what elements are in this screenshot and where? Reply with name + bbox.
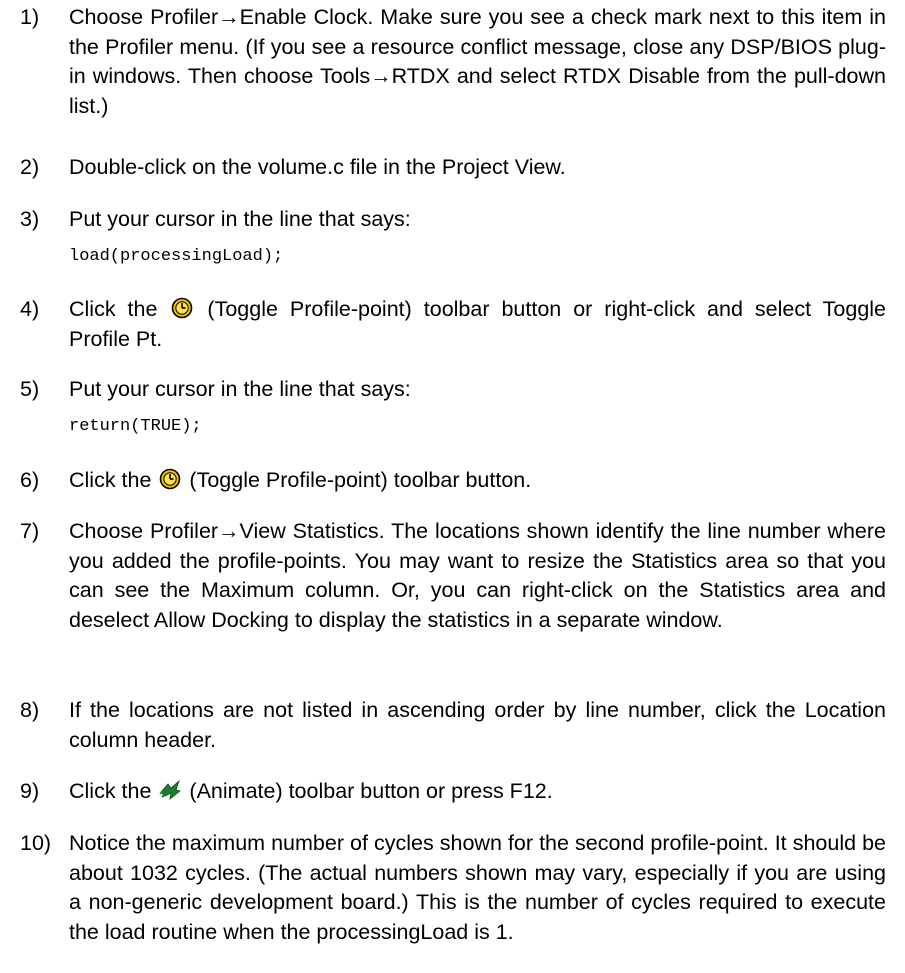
step-number: 5) — [20, 377, 40, 401]
code-line: load(processingLoad); — [69, 246, 284, 266]
step-number: 7) — [20, 519, 40, 543]
step-text: Click the (Animate) toolbar button or pr… — [69, 777, 886, 807]
step-text: Click the (Toggle Profile-point) toolbar… — [69, 295, 886, 354]
step-1: 1) Choose Profiler→Enable Clock. Make su… — [20, 3, 886, 121]
step-number: 4) — [20, 297, 40, 321]
step-number: 10) — [20, 831, 52, 855]
step-text: Click the (Toggle Profile-point) toolbar… — [69, 466, 886, 496]
step-number: 8) — [20, 698, 40, 722]
step-3: 3) Put your cursor in the line that says… — [20, 205, 886, 268]
step-text-before: Click the — [69, 297, 158, 321]
step-text-before: Click the — [69, 779, 152, 803]
step-text: Put your cursor in the line that says: — [69, 207, 411, 231]
step-text: Put your cursor in the line that says: — [69, 377, 411, 401]
step-7: 7) Choose Profiler→View Statistics. The … — [20, 517, 886, 635]
step-5: 5) Put your cursor in the line that says… — [20, 375, 886, 438]
profile-point-icon — [159, 468, 181, 490]
step-text: Notice the maximum number of cycles show… — [69, 831, 886, 944]
step-9: 9) Click the (Animate) toolbar button or… — [20, 777, 886, 807]
step-number: 6) — [20, 468, 40, 492]
step-number: 3) — [20, 207, 40, 231]
step-text: Choose Profiler→Enable Clock. Make sure … — [69, 5, 886, 118]
step-6: 6) Click the (Toggle Profile-point) tool… — [20, 466, 886, 496]
step-10: 10) Notice the maximum number of cycles … — [20, 829, 886, 947]
step-text: If the locations are not listed in ascen… — [69, 698, 886, 752]
step-text-before: Click the — [69, 468, 152, 492]
profile-point-icon — [171, 297, 193, 319]
step-text: Double-click on the volume.c file in the… — [69, 155, 566, 179]
step-number: 2) — [20, 155, 40, 179]
step-2: 2) Double-click on the volume.c file in … — [20, 153, 886, 183]
step-8: 8) If the locations are not listed in as… — [20, 696, 886, 755]
step-text-after: (Toggle Profile-point) toolbar button. — [189, 468, 532, 492]
animate-icon — [159, 779, 182, 801]
step-text-after: (Animate) toolbar button or press F12. — [189, 779, 553, 803]
step-number: 9) — [20, 779, 40, 803]
document-page: 1) Choose Profiler→Enable Clock. Make su… — [0, 0, 905, 973]
code-line: return(TRUE); — [69, 416, 202, 436]
step-text: Choose Profiler→View Statistics. The loc… — [69, 519, 886, 632]
step-4: 4) Click the (Toggle Profile-point) tool… — [20, 295, 886, 354]
step-number: 1) — [20, 5, 40, 29]
